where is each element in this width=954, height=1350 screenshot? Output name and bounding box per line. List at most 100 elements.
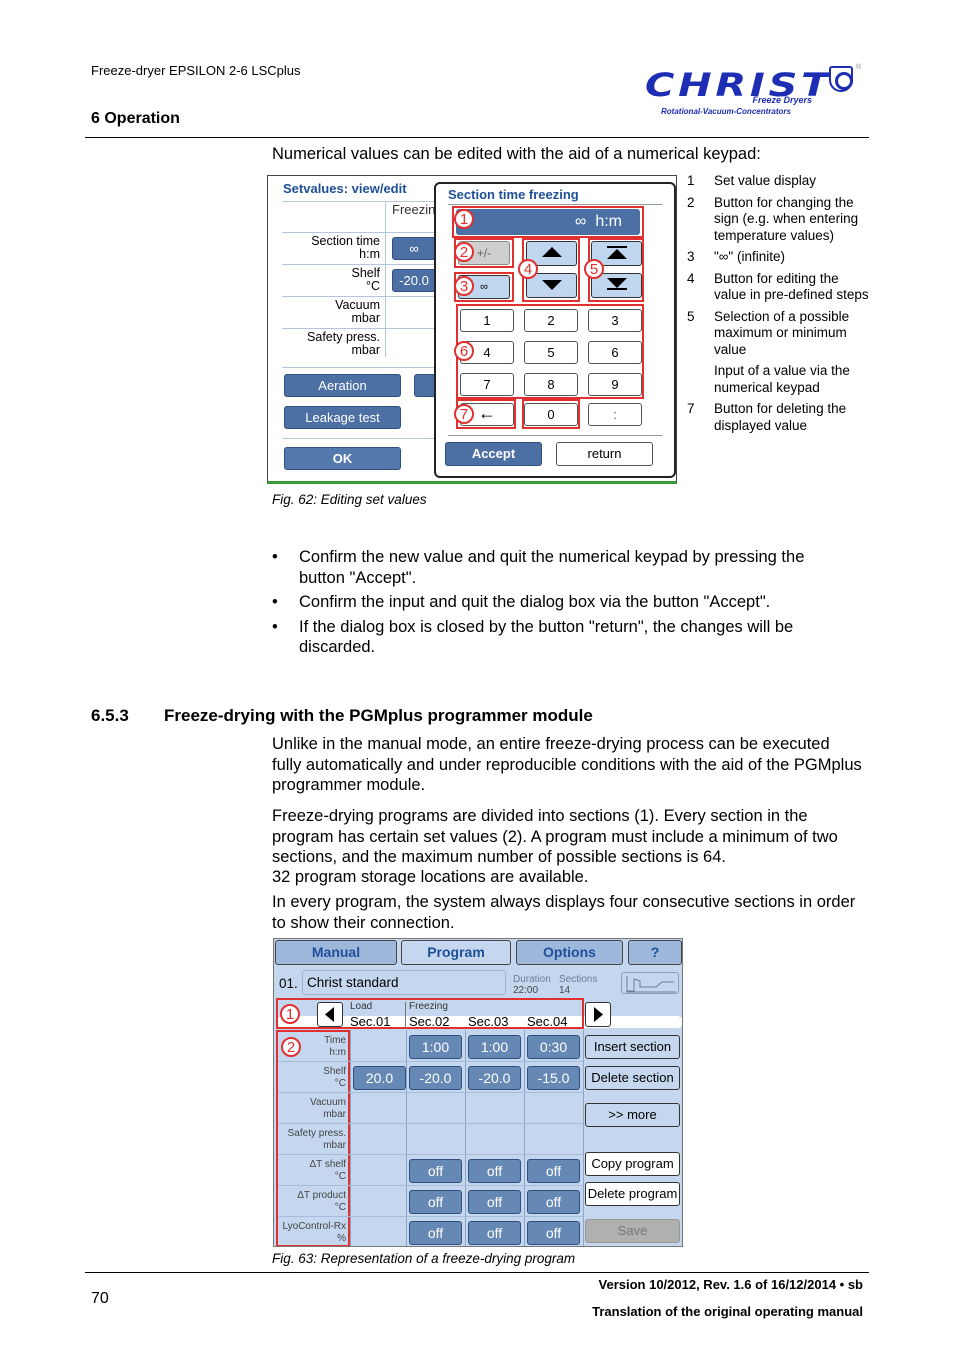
key-6[interactable]: 6 (588, 341, 642, 364)
tab-manual[interactable]: Manual (275, 940, 397, 965)
previous-sections-button[interactable] (317, 1002, 343, 1027)
row-label: Safety press. mbar (288, 1128, 346, 1152)
registered-mark: ® (856, 64, 862, 71)
label: Shelf (323, 1066, 346, 1077)
set-value-button[interactable]: off (409, 1190, 462, 1214)
key-0[interactable]: 0 (524, 403, 578, 426)
key-8[interactable]: 8 (524, 373, 578, 396)
callout-6: 6 (454, 341, 474, 361)
display-value: ∞ (575, 213, 587, 230)
section-time-value-button[interactable]: ∞ (392, 237, 436, 260)
figure-62-screenshot: Setvalues: view/edit Freezin Section tim… (267, 175, 677, 484)
dialog-title: Section time freezing (448, 187, 579, 202)
aeration-button[interactable]: Aeration (284, 374, 401, 397)
label: ΔT shelf (309, 1159, 346, 1170)
divider (282, 328, 452, 329)
key-3[interactable]: 3 (588, 309, 642, 332)
key-5[interactable]: 5 (524, 341, 578, 364)
save-button[interactable]: Save (585, 1219, 680, 1243)
section-title: Freeze-drying with the PGMplus programme… (164, 706, 593, 725)
section-label[interactable]: Sec.01 (350, 1014, 390, 1029)
set-value-button[interactable]: -20.0 (468, 1066, 521, 1090)
legend-number: 3 (687, 249, 695, 264)
section-label[interactable]: Sec.02 (409, 1014, 449, 1029)
set-value-button[interactable]: off (527, 1159, 580, 1183)
divider (465, 1030, 466, 1246)
set-value-button[interactable]: 1:00 (409, 1035, 462, 1059)
divider (278, 1092, 583, 1093)
callout-2: 2 (454, 242, 474, 262)
program-number: 01. (279, 976, 298, 991)
paragraph: 32 program storage locations are availab… (272, 868, 589, 886)
tab-program[interactable]: Program (401, 940, 511, 965)
skip-down-icon (606, 278, 627, 288)
figure-62-legend: 1 Set value display 2 Button for changing … (687, 173, 872, 439)
unit: mbar (351, 343, 380, 357)
legend-number: 7 (687, 401, 695, 416)
tab-help[interactable]: ? (628, 940, 682, 965)
set-value-button[interactable]: off (527, 1221, 580, 1245)
return-button[interactable]: return (556, 442, 653, 466)
set-value-button[interactable]: off (527, 1190, 580, 1214)
row-label: ΔT shelf °C (309, 1159, 346, 1183)
set-value-button[interactable]: off (468, 1190, 521, 1214)
unit: °C (365, 279, 380, 293)
callout-1: 1 (454, 209, 474, 229)
section-label[interactable]: Sec.03 (468, 1014, 508, 1029)
logo-shield-icon (829, 66, 853, 92)
label: Safety press. (287, 1128, 346, 1139)
list-item-text: If the dialog box is closed by the butto… (299, 617, 794, 657)
set-value-button[interactable]: 1:00 (468, 1035, 521, 1059)
set-value-button[interactable]: off (468, 1221, 521, 1245)
paragraph: In every program, the system always disp… (272, 893, 856, 932)
section-heading: 6.5.3 Freeze-drying with the PGMplus prog… (91, 706, 593, 726)
program-graph-button[interactable] (621, 972, 679, 994)
section-label[interactable]: Sec.04 (527, 1014, 567, 1029)
key-1[interactable]: 1 (460, 309, 514, 332)
divider (350, 1030, 351, 1246)
set-value-button[interactable]: 0:30 (527, 1035, 580, 1059)
divider (282, 296, 452, 297)
set-value-button[interactable]: -15.0 (527, 1066, 580, 1090)
more-button[interactable]: >> more (585, 1103, 680, 1127)
logo-tagline-2: Rotational-Vacuum-Concentrators (661, 107, 791, 116)
key-9[interactable]: 9 (588, 373, 642, 396)
tab-options[interactable]: Options (516, 940, 623, 965)
row-label-shelf: Shelf °C (352, 267, 381, 293)
phase-freezing: Freezing (409, 1001, 448, 1012)
legend-item: 1 Set value display (687, 173, 872, 190)
version-info: Version 10/2012, Rev. 1.6 of 16/12/2014 … (598, 1277, 863, 1292)
delete-section-button[interactable]: Delete section (585, 1066, 680, 1090)
next-sections-button[interactable] (585, 1002, 611, 1027)
set-value-button[interactable]: -20.0 (409, 1066, 462, 1090)
copy-program-button[interactable]: Copy program (585, 1152, 680, 1176)
ok-button[interactable]: OK (284, 447, 401, 470)
set-value-button[interactable]: off (409, 1221, 462, 1245)
intro-text: Numerical values can be edited with the … (272, 145, 761, 163)
document-title: Freeze-dryer EPSILON 2-6 LSCplus (91, 63, 301, 78)
bullet: • (272, 617, 278, 636)
key-colon[interactable]: : (588, 403, 642, 426)
row-label-section-time: Section time h:m (311, 235, 380, 261)
shelf-value-button[interactable]: -20.0 (392, 269, 436, 292)
accept-button[interactable]: Accept (445, 442, 542, 466)
key-2[interactable]: 2 (524, 309, 578, 332)
label: ΔT product (297, 1190, 346, 1201)
set-value-button[interactable]: off (468, 1159, 521, 1183)
program-name-field[interactable]: Christ standard (302, 970, 506, 995)
section-number: 6.5.3 (91, 706, 129, 725)
set-value-button[interactable]: 20.0 (353, 1066, 406, 1090)
set-value-button[interactable]: off (409, 1159, 462, 1183)
unit: mbar (323, 1140, 346, 1151)
insert-section-button[interactable]: Insert section (585, 1035, 680, 1059)
divider (278, 1154, 583, 1155)
leakage-test-button[interactable]: Leakage test (284, 406, 401, 429)
delete-program-button[interactable]: Delete program (585, 1182, 680, 1206)
divider (406, 1030, 407, 1246)
divider (278, 1216, 583, 1217)
divider (524, 1030, 525, 1246)
key-7[interactable]: 7 (460, 373, 514, 396)
row-label-vacuum: Vacuum mbar (335, 299, 380, 325)
legend-text: "∞" (infinite) (714, 249, 785, 264)
divider (278, 1123, 583, 1124)
